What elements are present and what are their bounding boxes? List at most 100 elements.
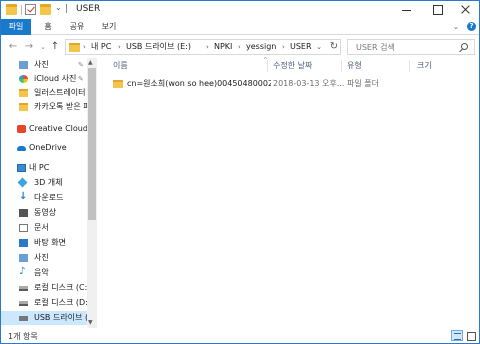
sidebar-item-label: OneDrive (29, 143, 67, 152)
sidebar-item[interactable]: 동영상 (1, 206, 87, 220)
breadcrumb-usb-drive[interactable]: USB 드라이브 (E:) (126, 40, 191, 54)
breadcrumb-separator[interactable]: › (206, 40, 209, 54)
tab-share[interactable]: 공유 (65, 19, 89, 35)
sidebar-item-label: 다운로드 (34, 193, 64, 202)
sidebar-item[interactable]: 카카오톡 받은 파 (1, 100, 87, 114)
back-button[interactable]: ← (7, 39, 19, 55)
sidebar-item-label: 음악 (34, 268, 49, 277)
minimize-button[interactable] (391, 1, 421, 19)
list-item[interactable]: cn=원소희(won so hee)004504800020... 2018-0… (107, 77, 467, 91)
column-header-type[interactable]: 유형 (347, 60, 362, 72)
column-divider[interactable] (267, 60, 268, 72)
scrollbar-thumb[interactable] (88, 68, 96, 220)
up-button[interactable]: ↑ (49, 39, 61, 55)
folder-icon (19, 89, 28, 97)
search-input[interactable]: USER 검색 (347, 39, 475, 55)
breadcrumb-yessign[interactable]: yessign (246, 40, 276, 54)
refresh-icon[interactable]: ↻ (328, 39, 340, 55)
sidebar-item[interactable]: Creative Cloud Fil (1, 122, 87, 136)
sidebar-item-label: 일러스트레이터 (34, 88, 86, 97)
sidebar-item-label: Creative Cloud Fil (29, 124, 87, 133)
icloud-icon (19, 75, 28, 83)
column-header-size[interactable]: 크기 (417, 60, 432, 72)
sidebar-item[interactable]: 음악 (1, 266, 87, 280)
scroll-down-arrow-icon[interactable]: ▼ (88, 319, 93, 326)
tab-home[interactable]: 홈 (37, 19, 59, 35)
folder-icon (19, 103, 28, 111)
sidebar-item-label: 바탕 화면 (34, 238, 66, 247)
navigation-scrollbar[interactable]: ▲ ▼ (87, 58, 97, 328)
column-divider[interactable] (409, 60, 410, 72)
forward-button[interactable]: → (23, 39, 35, 55)
sidebar-item[interactable]: 사진 (1, 251, 87, 265)
address-bar[interactable]: › 내 PC › USB 드라이브 (E:) › NPKI › yessign … (65, 39, 341, 55)
pin-icon: ✎ (78, 75, 84, 83)
3d-objects-icon (17, 177, 28, 188)
sidebar-item[interactable]: OneDrive (1, 141, 87, 155)
status-bar: 1개 항목 (1, 328, 479, 343)
sidebar-item-label: 로컬 디스크 (C:) (34, 283, 87, 292)
search-icon (461, 43, 468, 50)
sidebar-item-label: 로컬 디스크 (D:) (34, 298, 87, 307)
breadcrumb-separator[interactable]: › (282, 40, 285, 54)
music-icon (19, 266, 28, 279)
sidebar-item[interactable]: 바탕 화면 (1, 236, 87, 250)
sidebar-item-label: USB 드라이브 (E: (34, 313, 87, 322)
drive-icon (19, 286, 28, 291)
pin-icon: ✎ (78, 61, 84, 69)
sidebar-item[interactable]: 로컬 디스크 (D:) (1, 296, 87, 310)
quick-access-divider (21, 5, 22, 15)
sidebar-item[interactable]: 사진 ✎ (1, 58, 87, 72)
breadcrumb-separator[interactable]: › (238, 40, 241, 54)
breadcrumb-my-pc[interactable]: 내 PC (91, 40, 111, 54)
column-header-name[interactable]: 이름 (113, 60, 128, 72)
document-icon (19, 224, 28, 232)
sidebar-item-label: 문서 (34, 223, 49, 232)
sidebar-item-label: 사진 (34, 60, 49, 69)
customize-toolbar-chevron-icon[interactable]: ⌄ (55, 3, 62, 12)
item-count: 1개 항목 (8, 332, 38, 341)
file-name: cn=원소희(won so hee)004504800020... (127, 79, 271, 88)
help-icon[interactable]: ? (467, 22, 476, 31)
breadcrumb-user[interactable]: USER (290, 40, 312, 54)
explorer-window: ⌄ | USER 파일 홈 공유 보기 ⌄ ? ← → ⌄ ↑ › 내 PC ›… (0, 0, 480, 344)
large-icons-view-icon[interactable] (465, 330, 477, 341)
maximize-button[interactable] (422, 1, 452, 19)
tab-view[interactable]: 보기 (97, 19, 121, 35)
photo-icon (19, 61, 28, 69)
sidebar-item-label: 카카오톡 받은 파 (34, 102, 87, 111)
breadcrumb-separator[interactable]: › (118, 40, 121, 54)
column-divider[interactable] (341, 60, 342, 72)
recent-locations-chevron-icon[interactable]: ⌄ (37, 39, 49, 55)
sidebar-item[interactable]: 다운로드 (1, 191, 87, 205)
sidebar-item[interactable]: USB 드라이브 (E: (1, 311, 87, 325)
details-view-icon[interactable] (451, 330, 463, 341)
sidebar-item[interactable]: 3D 개체 (1, 176, 87, 190)
sidebar-item-label: 동영상 (34, 208, 57, 217)
properties-check-icon[interactable] (25, 4, 36, 15)
sidebar-item-label: 3D 개체 (34, 178, 63, 187)
pictures-icon (19, 254, 28, 262)
title-separator: | (65, 4, 69, 14)
breadcrumb-npki[interactable]: NPKI (214, 40, 232, 54)
window-title: USER (76, 4, 101, 14)
scroll-up-arrow-icon[interactable]: ▲ (88, 59, 93, 66)
pc-icon (17, 164, 26, 172)
expand-ribbon-chevron-icon[interactable]: ⌄ (453, 23, 459, 31)
sidebar-item[interactable]: iCloud 사진 ✎ (1, 72, 87, 86)
sidebar-item-label: 내 PC (29, 163, 50, 172)
sidebar-item[interactable]: 일러스트레이터 (1, 86, 87, 100)
close-button[interactable] (450, 1, 480, 19)
drive-icon (19, 301, 28, 306)
video-icon (19, 209, 28, 217)
new-folder-icon[interactable] (40, 4, 51, 15)
sidebar-item[interactable]: 내 PC (1, 161, 87, 175)
column-header-date[interactable]: 수정한 날짜 (273, 60, 312, 72)
tab-file[interactable]: 파일 (1, 19, 31, 35)
sidebar-item[interactable]: 문서 (1, 221, 87, 235)
file-type: 파일 폴더 (347, 79, 379, 88)
sidebar-item[interactable]: 로컬 디스크 (C:) (1, 281, 87, 295)
breadcrumb-separator: › (83, 43, 86, 51)
search-placeholder: USER 검색 (356, 43, 395, 52)
address-history-chevron-icon[interactable]: ⌄ (314, 39, 324, 55)
